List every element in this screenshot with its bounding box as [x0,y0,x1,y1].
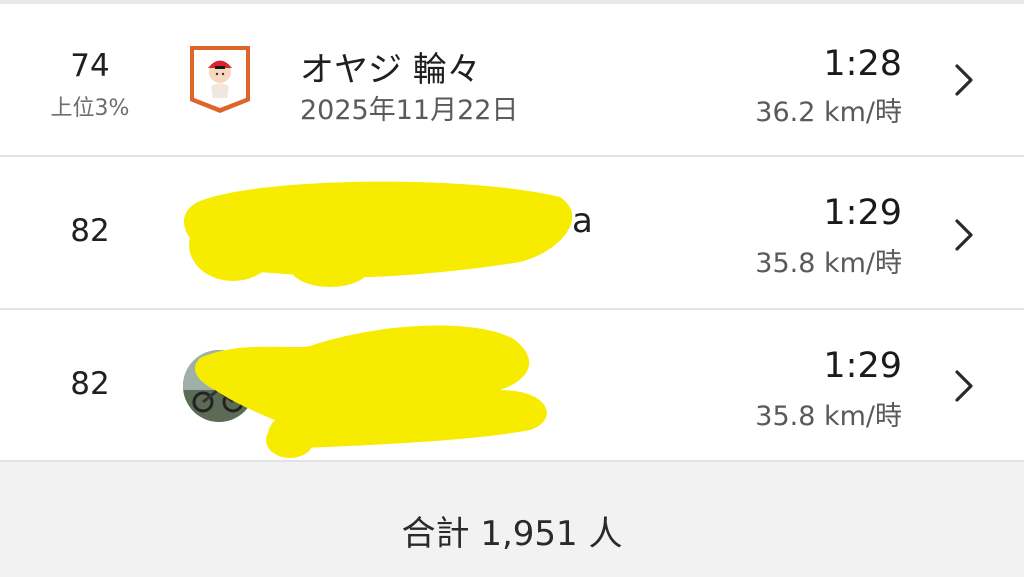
cyclist-photo-avatar-icon [183,350,255,422]
chevron-right-icon [955,219,973,251]
rider-name-fragment: a [572,201,593,241]
total-participants: 合計 1,951 人 [401,514,623,554]
chevron-right-icon [955,370,973,402]
leaderboard-row[interactable]: 82 a 1:29 35.8 km/時 [0,157,1024,310]
rank-number: 74 [70,48,110,84]
leaderboard-screen: 74 上位3% オヤジ 輪々 2025年11月22日 1:28 36.2 km/… [0,0,1024,577]
leaderboard-footer: 合計 1,951 人 [0,462,1024,577]
ride-date: 2025年11月22日 [300,95,519,126]
rank-percentile: 上位3% [50,96,130,121]
leaderboard-row[interactable]: 82 1:29 35.8 km/時 [0,310,1024,462]
rank-number: 82 [70,366,110,402]
leaderboard-row[interactable]: 74 上位3% オヤジ 輪々 2025年11月22日 1:28 36.2 km/… [0,4,1024,157]
chevron-right-icon [955,64,973,96]
rank-number: 82 [70,213,110,249]
ride-time: 1:29 [823,193,902,233]
ride-speed: 35.8 km/時 [755,401,902,432]
cartoon-cyclist-badge-icon [190,46,250,113]
rider-name: オヤジ 輪々 [300,50,481,90]
ride-time: 1:28 [823,44,902,84]
ride-speed: 36.2 km/時 [755,97,902,128]
ride-time: 1:29 [823,346,902,386]
ride-speed: 35.8 km/時 [755,248,902,279]
